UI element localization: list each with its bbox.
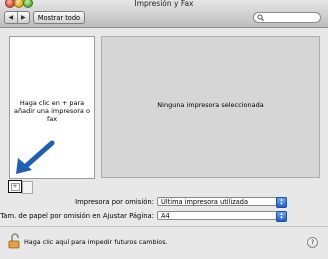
help-button[interactable]: ?: [307, 237, 318, 248]
plus-icon: +: [10, 182, 20, 191]
default-paper-popup[interactable]: A4 ▴ ▾: [157, 211, 287, 222]
no-printer-message: Ninguna impresora seleccionada: [157, 101, 264, 109]
window-titlebar: Impresión y Fax ◀ ▶ Mostrar todo: [0, 0, 328, 28]
remove-printer-button[interactable]: [22, 181, 33, 194]
arrow-icon: [16, 140, 55, 174]
window-title: Impresión y Fax: [134, 0, 194, 8]
add-printer-button[interactable]: +: [8, 180, 22, 193]
default-printer-label: Impresora por omisión:: [75, 198, 154, 206]
printer-detail-pane: Ninguna impresora seleccionada: [101, 36, 320, 178]
lock-instruction: Haga clic aquí para impedir futuros camb…: [24, 238, 168, 246]
search-input[interactable]: [253, 12, 321, 23]
search-icon: [257, 14, 264, 21]
footer-divider: [0, 226, 328, 227]
back-button[interactable]: ◀: [5, 12, 17, 23]
default-paper-label: Tam. de papel por omisión en Ajustar Pág…: [0, 212, 154, 220]
default-paper-value: A4: [161, 212, 170, 220]
default-printer-popup[interactable]: Última impresora utilizada ▴ ▾: [157, 197, 287, 208]
popup-stepper-icon: ▴ ▾: [276, 197, 287, 208]
add-printer-hint: Haga clic en + para añadir una impresora…: [14, 99, 90, 123]
popup-stepper-icon: ▴ ▾: [276, 211, 287, 222]
nav-button-group: ◀ ▶: [4, 11, 30, 24]
show-all-button[interactable]: Mostrar todo: [33, 11, 85, 24]
default-printer-value: Última impresora utilizada: [161, 198, 249, 206]
unlocked-lock-icon[interactable]: [8, 233, 22, 249]
forward-button[interactable]: ▶: [16, 12, 30, 23]
